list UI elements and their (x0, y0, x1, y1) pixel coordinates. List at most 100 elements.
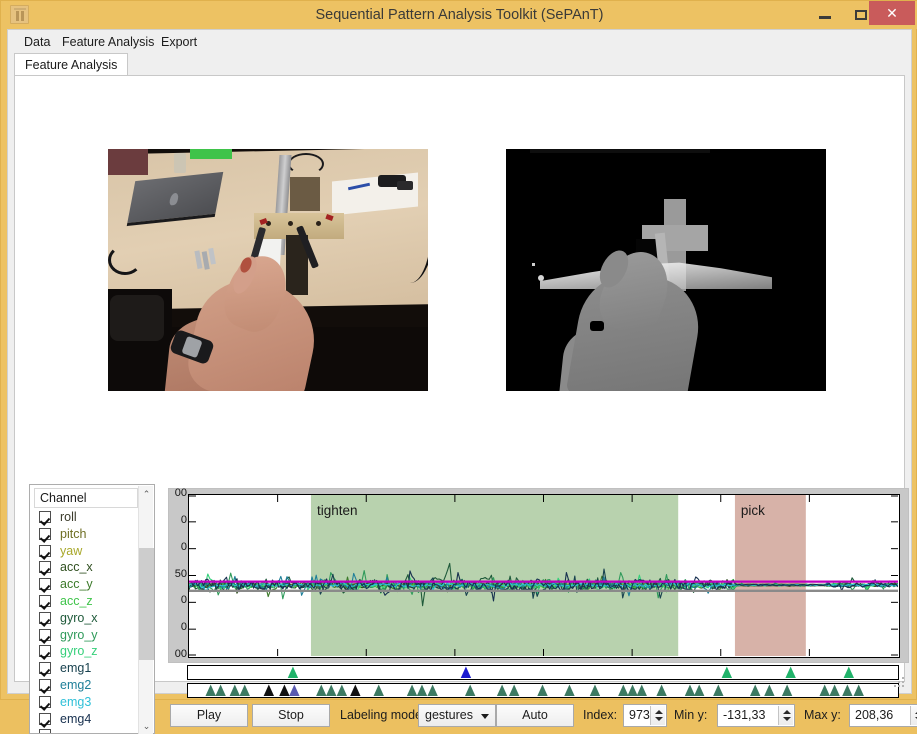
channel-checkbox-pitch[interactable] (39, 527, 51, 540)
y-tick-label-1: 0 (180, 513, 187, 526)
channel-checkbox-emg3[interactable] (39, 695, 51, 708)
index-stepper[interactable]: 973 (623, 704, 667, 727)
channel-row-gyro_x[interactable]: gyro_x (31, 610, 139, 627)
max-y-value: 208,36 (855, 708, 894, 722)
marker-24 (656, 684, 667, 696)
marker-18 (537, 684, 548, 696)
channel-checkbox-acc_z[interactable] (39, 594, 51, 607)
channel-checkbox-acc_y[interactable] (39, 578, 51, 591)
marker-15 (464, 684, 476, 696)
marker-14 (427, 684, 438, 696)
marker-25 (684, 684, 696, 696)
auto-button[interactable]: Auto (496, 704, 574, 727)
scroll-up-icon[interactable]: ⌃ (139, 486, 154, 502)
close-button[interactable]: ✕ (869, 1, 915, 25)
minimize-button[interactable] (807, 1, 843, 27)
channel-checkbox-roll[interactable] (39, 511, 51, 523)
signal-plot-area[interactable] (188, 494, 900, 658)
marker-26 (693, 684, 705, 696)
channel-row-partial[interactable] (31, 727, 139, 733)
channel-label-emg1: emg1 (60, 661, 92, 676)
play-button[interactable]: Play (170, 704, 248, 727)
max-y-stepper-arrows[interactable] (910, 706, 917, 725)
grip-dot (902, 681, 904, 683)
marker-17 (508, 684, 520, 696)
marker-0 (287, 666, 299, 678)
channel-checkbox-emg4[interactable] (39, 712, 51, 725)
menu-item-data[interactable]: Data (18, 33, 56, 51)
grip-dot (902, 677, 904, 679)
channel-label-gyro_y: gyro_y (60, 627, 98, 642)
marker-4 (843, 666, 854, 678)
channel-checkbox-gyro_y[interactable] (39, 628, 51, 641)
tab-feature-analysis[interactable]: Feature Analysis (14, 53, 129, 76)
channel-checkbox-gyro_x[interactable] (39, 611, 51, 624)
marker-7 (316, 684, 327, 696)
channel-label-emg2: emg2 (60, 677, 92, 692)
channel-row-acc_y[interactable]: acc_y (31, 576, 139, 593)
resize-grip[interactable] (894, 677, 906, 689)
rgb-camera-view[interactable] (108, 149, 428, 391)
marker-29 (764, 684, 775, 696)
channel-row-emg2[interactable]: emg2 (31, 677, 139, 694)
grip-dot (902, 685, 904, 687)
marker-2 (229, 684, 240, 696)
channel-label-pitch: pitch (60, 526, 87, 541)
labeling-mode-select[interactable]: gestures (418, 704, 496, 727)
min-y-label: Min y: (674, 708, 708, 722)
channel-list[interactable]: roll pitch yaw acc_x acc_y acc_z gyro_x gyro_yg… (31, 509, 139, 733)
marker-2 (721, 666, 733, 678)
channel-row-gyro_y[interactable]: gyro_y (31, 627, 139, 644)
channel-row-emg1[interactable]: emg1 (31, 660, 139, 677)
marker-22 (627, 684, 638, 696)
y-tick-label-5: 0 (180, 621, 187, 634)
marker-33 (842, 684, 853, 696)
scroll-down-icon[interactable]: ⌄ (139, 718, 154, 734)
channel-checkbox-gyro_z[interactable] (39, 645, 51, 658)
channel-label-gyro_z: gyro_z (60, 644, 98, 659)
event-marker-svg (205, 684, 864, 696)
channel-row-pitch[interactable]: pitch (31, 526, 139, 543)
channel-checkbox-emg1[interactable] (39, 662, 51, 675)
y-tick-label-2: 0 (180, 540, 187, 553)
index-stepper-arrows[interactable] (650, 706, 665, 725)
grip-dot (898, 685, 900, 687)
marker-34 (853, 684, 864, 696)
channel-row-yaw[interactable]: yaw (31, 543, 139, 560)
scrollbar-thumb[interactable] (139, 548, 154, 660)
min-y-stepper[interactable]: -131,33 (717, 704, 795, 727)
min-y-value: -131,33 (723, 708, 766, 722)
max-y-stepper[interactable]: 208,36 (849, 704, 917, 727)
channel-label-emg3: emg3 (60, 694, 92, 709)
channel-row-acc_x[interactable]: acc_x (31, 559, 139, 576)
event-marker-strip[interactable] (187, 683, 899, 698)
menu-item-export[interactable]: Export (155, 33, 203, 51)
tab-strip: Feature Analysis (14, 53, 905, 76)
channel-checkbox-emg2[interactable] (39, 678, 51, 691)
min-y-stepper-arrows[interactable] (778, 706, 793, 725)
marker-21 (618, 684, 629, 696)
y-tick-label-0: 00 (174, 487, 187, 499)
channel-row-acc_z[interactable]: acc_z (31, 593, 139, 610)
y-tick-label-6: 00 (174, 648, 187, 660)
menu-item-feature-analysis[interactable]: Feature Analysis (56, 33, 160, 51)
channel-checkbox-acc_x[interactable] (39, 561, 51, 574)
signal-plot-svg (189, 495, 898, 656)
channel-list-scrollbar[interactable]: ⌃ ⌄ (138, 486, 154, 734)
channel-row-emg4[interactable]: emg4 (31, 711, 139, 728)
marker-1 (215, 684, 226, 696)
channel-checkbox-partial[interactable] (39, 729, 51, 733)
gesture-marker-strip[interactable] (187, 665, 899, 680)
stop-button[interactable]: Stop (252, 704, 330, 727)
marker-10 (350, 684, 361, 696)
labeling-mode-label: Labeling mode: (340, 708, 426, 722)
channel-row-emg3[interactable]: emg3 (31, 694, 139, 711)
close-icon: ✕ (886, 5, 898, 21)
channel-row-roll[interactable]: roll (31, 509, 139, 526)
channel-checkbox-yaw[interactable] (39, 544, 51, 557)
y-tick-label-3: 50 (174, 567, 187, 580)
signal-chart-panel[interactable]: 00 0 0 50 0 0 00 tighten pick (168, 487, 909, 663)
channel-row-gyro_z[interactable]: gyro_z (31, 643, 139, 660)
depth-camera-view[interactable] (506, 149, 826, 391)
channel-list-panel: Channel roll pitch yaw acc_x acc_y acc_z gyro_… (29, 484, 155, 734)
